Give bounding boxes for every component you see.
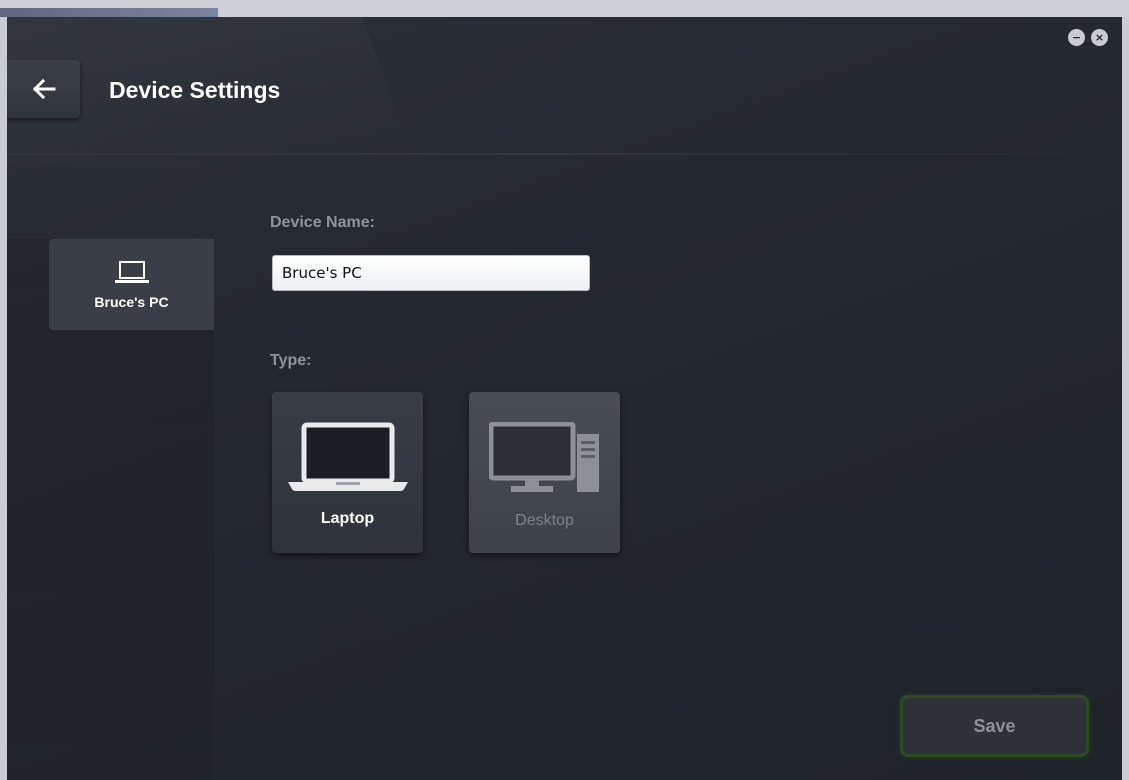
type-option-label: Laptop — [320, 510, 375, 527]
arrow-left-icon — [32, 79, 55, 99]
laptop-icon — [114, 260, 149, 283]
type-option-laptop[interactable]: Laptop — [272, 392, 423, 553]
device-name-label: Device Name: — [270, 214, 375, 231]
type-option-label: Desktop — [515, 512, 574, 529]
device-name-input[interactable] — [272, 255, 590, 291]
type-label: Type: — [270, 352, 312, 369]
laptop-icon — [287, 422, 408, 491]
close-button[interactable]: × — [1091, 29, 1108, 46]
close-icon: × — [1094, 31, 1105, 44]
minimize-button[interactable]: − — [1068, 29, 1085, 46]
sidebar-item-device[interactable]: Bruce's PC — [49, 239, 214, 330]
save-button[interactable]: Save — [900, 695, 1089, 757]
top-strip-accent — [0, 8, 218, 17]
page-title: Device Settings — [109, 77, 281, 103]
type-option-desktop[interactable]: Desktop — [469, 392, 620, 553]
device-settings-window: − × Device Settings Bruce's PC Device Na… — [7, 17, 1122, 780]
header-divider — [7, 153, 1067, 155]
sidebar-item-label: Bruce's PC — [94, 293, 169, 310]
minimize-icon: − — [1071, 31, 1082, 44]
desktop-icon — [488, 422, 599, 492]
back-button[interactable] — [7, 60, 80, 118]
